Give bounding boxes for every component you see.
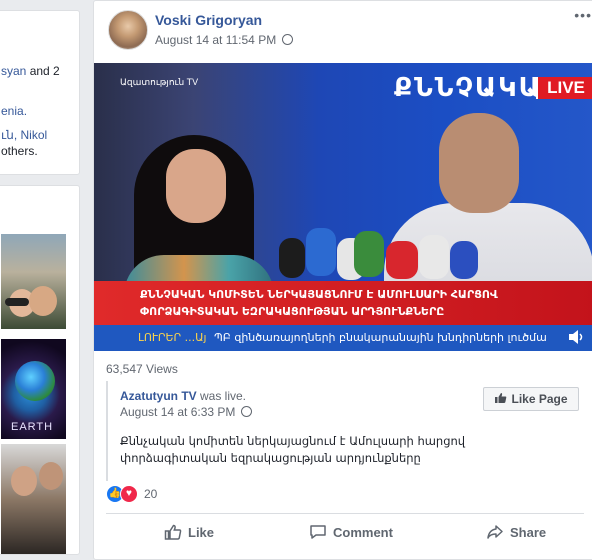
shared-post: Azatutyun TV was live. August 14 at 6:33… xyxy=(106,381,584,481)
post-card: Voski Grigoryan August 14 at 11:54 PM ••… xyxy=(93,0,592,560)
shared-source: Azatutyun TV was live. xyxy=(120,389,247,403)
share-button[interactable]: Share xyxy=(486,524,546,540)
heart-icon: ♥ xyxy=(120,485,138,503)
shared-source-name[interactable]: Azatutyun TV xyxy=(120,389,197,403)
comment-button[interactable]: Comment xyxy=(309,524,393,540)
post-timestamp: August 14 at 11:54 PM xyxy=(155,33,294,47)
shared-post-text: Քննչական կոմիտեն ներկայացնում է Ամուլսար… xyxy=(120,434,466,465)
volume-icon[interactable] xyxy=(568,329,586,345)
like-button[interactable]: Like xyxy=(164,524,214,540)
lower-third-headline-1: ՔՆՆՉԱԿԱՆ ԿՈՄԻՏԵՆ ՆԵՐԿԱՅԱՑՆՈՒՄ Է ԱՄՈՒԼՍԱՐ… xyxy=(140,288,498,301)
reaction-count: 20 xyxy=(144,487,158,501)
sidebar-line-2: enia. xyxy=(1,103,27,119)
news-ticker: ՊԲ զինծառայողների բնակարանային խնդիրների… xyxy=(214,331,547,344)
post-time-text[interactable]: August 14 at 11:54 PM xyxy=(155,33,276,47)
like-page-button[interactable]: Like Page xyxy=(483,387,579,411)
microphone xyxy=(306,228,336,276)
ticker-label: ԼՈՒՐԵՐ ...Այ xyxy=(138,331,207,344)
photo-thumbnail-1[interactable] xyxy=(1,234,66,329)
news-lower-third: ՔՆՆՉԱԿԱՆ ԿՈՄԻՏԵՆ ՆԵՐԿԱՅԱՑՆՈՒՄ Է ԱՄՈՒԼՍԱՐ… xyxy=(94,281,592,351)
photo-thumbnail-2[interactable]: EARTH xyxy=(1,339,66,439)
sidebar-photos-card: EARTH xyxy=(0,185,80,555)
sidebar-line-1: syan and 2 xyxy=(1,64,60,78)
microphone xyxy=(279,238,305,278)
microphone xyxy=(450,241,478,279)
divider xyxy=(106,513,584,514)
microphone xyxy=(354,231,384,277)
photo-thumbnail-3[interactable] xyxy=(1,444,66,554)
channel-logo: Ազատություն TV xyxy=(120,77,199,87)
live-badge: LIVE xyxy=(536,77,592,99)
more-options-icon[interactable]: ••• xyxy=(574,7,592,23)
avatar[interactable] xyxy=(108,10,148,50)
shared-timestamp: August 14 at 6:33 PM xyxy=(120,405,253,419)
thumbs-up-icon xyxy=(495,393,507,403)
sidebar-link-3[interactable]: ւն, Nikol xyxy=(1,128,47,142)
sidebar-line-4: others. xyxy=(1,144,38,158)
sidebar-link-2[interactable]: enia. xyxy=(1,104,27,118)
comment-icon xyxy=(310,525,326,539)
sidebar-link-1[interactable]: syan xyxy=(1,64,26,78)
share-icon xyxy=(487,525,503,539)
globe-icon xyxy=(282,34,294,45)
lower-third-headline-2: ՓՈՐՁԱԳԻՏԱԿԱՆ ԵԶՐԱԿԱՑՈՒԹՅԱՆ ԱՐԴՅՈՒՆՔՆԵՐԸ xyxy=(140,305,445,318)
post-author[interactable]: Voski Grigoryan xyxy=(155,12,262,28)
view-count: 63,547 Views xyxy=(106,362,178,376)
microphone xyxy=(419,235,449,279)
sidebar-friends-card: syan and 2 enia. ւն, Nikol others. xyxy=(0,10,80,175)
microphone xyxy=(386,241,418,279)
globe-icon xyxy=(241,406,253,417)
earth-label: EARTH xyxy=(11,421,54,433)
thumbs-up-icon xyxy=(164,524,182,540)
sidebar-line-3: ւն, Nikol xyxy=(1,127,47,143)
video-banner-text: ՔՆՆՉԱԿԱ xyxy=(394,73,542,103)
video-player[interactable]: Ազատություն TV ՔՆՆՉԱԿԱ LIVE ՔՆՆՉԱԿԱՆ ԿՈՄ… xyxy=(94,63,592,351)
